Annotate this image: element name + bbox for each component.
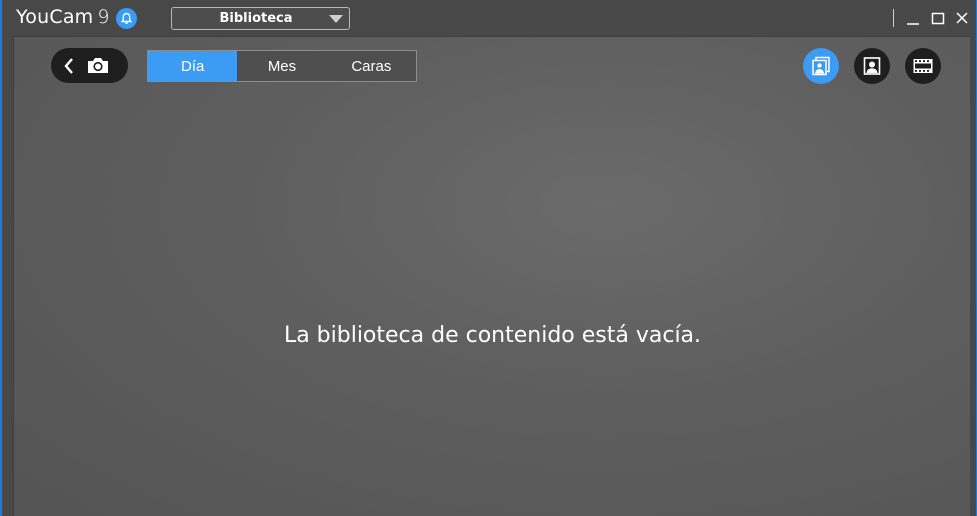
maximize-button[interactable] xyxy=(929,9,947,27)
app-name: YouCam xyxy=(16,6,94,28)
library-panel: Día Mes Caras La biblioteca de contenido… xyxy=(13,36,970,516)
close-icon xyxy=(956,12,968,24)
film-icon xyxy=(913,59,933,73)
mode-dropdown-value: Biblioteca xyxy=(219,11,293,26)
photo-library-icon xyxy=(812,56,830,76)
close-button[interactable] xyxy=(953,9,971,27)
videos-view-button[interactable] xyxy=(905,48,941,84)
tab-faces[interactable]: Caras xyxy=(327,51,416,81)
back-to-camera-button[interactable] xyxy=(51,48,128,83)
app-window: YouCam 9 Biblioteca Día Mes Caras La bib… xyxy=(0,0,977,516)
bell-icon[interactable] xyxy=(116,8,137,29)
camera-icon xyxy=(88,58,108,73)
tab-month[interactable]: Mes xyxy=(237,51,326,81)
tab-day[interactable]: Día xyxy=(148,51,238,81)
minimize-icon xyxy=(907,23,919,25)
maximize-icon xyxy=(931,12,945,25)
faces-view-button[interactable] xyxy=(854,48,890,84)
empty-library-message: La biblioteca de contenido está vacía. xyxy=(283,323,702,348)
mode-dropdown[interactable]: Biblioteca xyxy=(171,7,350,30)
app-title: YouCam 9 xyxy=(16,6,109,28)
minimize-button[interactable] xyxy=(904,9,922,27)
title-bar: YouCam 9 Biblioteca xyxy=(2,0,976,36)
chevron-left-icon xyxy=(64,58,73,74)
photos-view-button[interactable] xyxy=(803,48,839,84)
portrait-icon xyxy=(863,57,881,75)
view-period-tabs: Día Mes Caras xyxy=(147,50,417,82)
titlebar-divider xyxy=(893,9,894,27)
chevron-down-icon xyxy=(329,15,343,23)
app-version: 9 xyxy=(97,6,110,28)
